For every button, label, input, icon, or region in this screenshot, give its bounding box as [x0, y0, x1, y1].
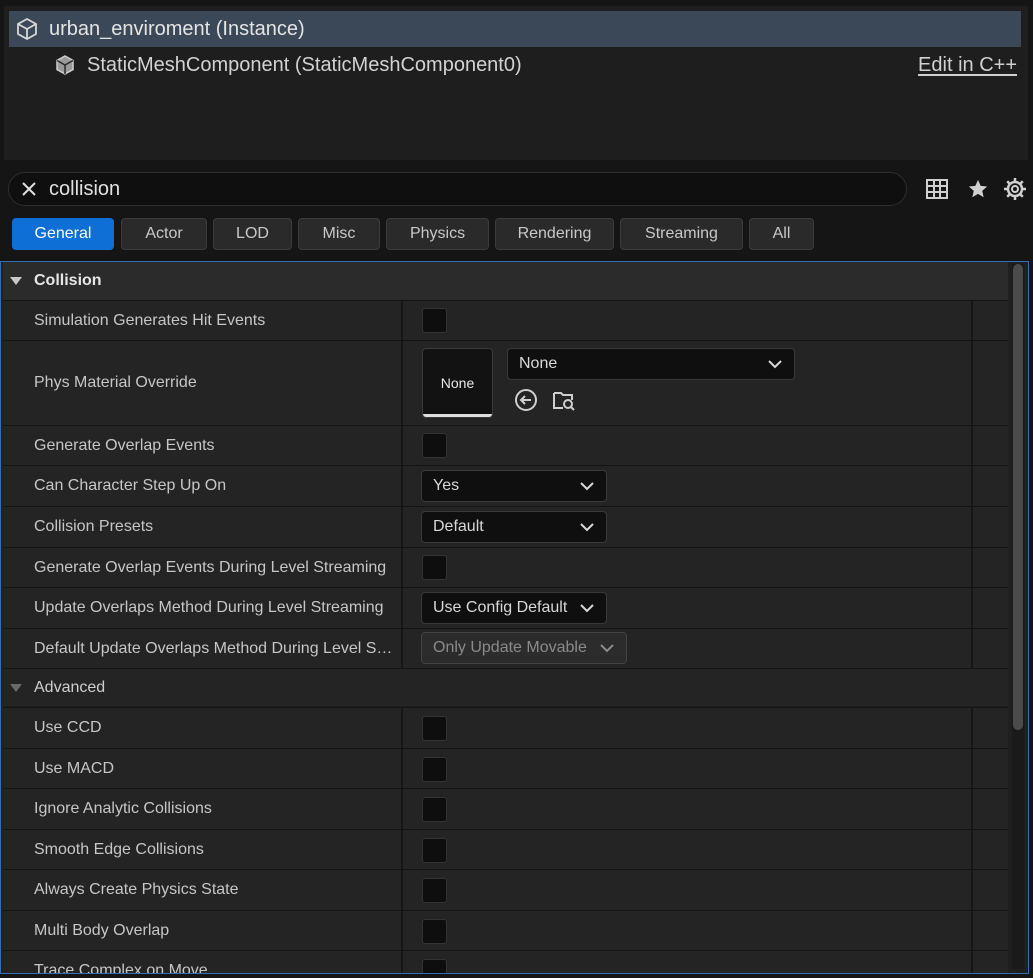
table-view-icon[interactable]	[925, 177, 949, 201]
tree-item-root-label: urban_enviroment (Instance)	[49, 17, 305, 40]
tab-physics[interactable]: Physics	[386, 218, 489, 250]
section-title: Advanced	[34, 678, 106, 696]
update-overlaps-dropdown[interactable]: Use Config Default	[421, 592, 607, 624]
tree-item-static-mesh[interactable]: StaticMeshComponent (StaticMeshComponent…	[9, 47, 1021, 83]
property-row: Collision Presets Default	[3, 506, 1008, 547]
property-label: Generate Overlap Events	[34, 437, 215, 454]
star-icon[interactable]	[966, 177, 990, 201]
property-label: Use MACD	[34, 760, 115, 777]
always-create-physics-checkbox[interactable]	[422, 878, 447, 903]
asset-thumbnail-label: None	[440, 375, 475, 391]
tab-lod[interactable]: LOD	[213, 218, 292, 250]
property-label: Can Character Step Up On	[34, 477, 227, 494]
section-title: Collision	[34, 272, 102, 289]
property-label: Default Update Overlaps Method During Le…	[34, 640, 396, 657]
property-label: Trace Complex on Move	[34, 962, 208, 974]
property-label: Simulation Generates Hit Events	[34, 312, 266, 329]
tab-rendering[interactable]: Rendering	[495, 218, 614, 250]
property-row: Generate Overlap Events	[3, 425, 1008, 465]
generate-overlap-checkbox[interactable]	[422, 433, 447, 458]
clear-search-icon[interactable]	[19, 179, 39, 199]
component-tree-panel: urban_enviroment (Instance) StaticMeshCo…	[4, 6, 1028, 160]
section-advanced[interactable]: Advanced	[3, 668, 1008, 706]
dropdown-value: Use Config Default	[433, 599, 568, 616]
property-row: Ignore Analytic Collisions	[3, 788, 1008, 829]
collision-presets-dropdown[interactable]: Default	[421, 511, 607, 543]
search-input[interactable]	[49, 177, 869, 201]
property-label: Generate Overlap Events During Level Str…	[34, 559, 387, 576]
property-label: Collision Presets	[34, 518, 154, 535]
property-label: Always Create Physics State	[34, 881, 239, 898]
chevron-down-icon	[768, 357, 782, 371]
details-panel: Collision Simulation Generates Hit Event…	[0, 261, 1029, 974]
property-label: Use CCD	[34, 719, 102, 736]
property-row: Smooth Edge Collisions	[3, 829, 1008, 869]
section-collision[interactable]: Collision	[3, 262, 1008, 300]
use-ccd-checkbox[interactable]	[422, 716, 447, 741]
overlap-streaming-checkbox[interactable]	[422, 555, 447, 580]
use-macd-checkbox[interactable]	[422, 757, 447, 782]
use-selected-asset-icon[interactable]	[513, 387, 539, 413]
tab-all[interactable]: All	[749, 218, 814, 250]
chevron-down-icon	[600, 641, 614, 655]
property-label: Ignore Analytic Collisions	[34, 800, 212, 817]
search-bar	[8, 172, 907, 206]
dropdown-value: Yes	[433, 477, 460, 494]
property-row: Always Create Physics State	[3, 869, 1008, 910]
chevron-down-icon	[580, 601, 594, 615]
property-label: Smooth Edge Collisions	[34, 841, 204, 858]
property-row: Trace Complex on Move	[3, 950, 1008, 974]
scrollbar[interactable]	[1012, 264, 1024, 969]
property-label: Phys Material Override	[34, 374, 197, 391]
tab-actor[interactable]: Actor	[121, 218, 207, 250]
dropdown-value: Default	[433, 518, 484, 535]
chevron-down-icon	[580, 520, 594, 534]
sim-hit-events-checkbox[interactable]	[422, 308, 447, 333]
chevron-down-icon	[580, 479, 594, 493]
cube-icon	[15, 17, 39, 41]
multi-body-overlap-checkbox[interactable]	[422, 919, 447, 944]
gear-icon[interactable]	[1003, 177, 1027, 201]
caret-down-icon	[9, 681, 23, 695]
phys-material-dropdown[interactable]: None	[507, 348, 795, 380]
property-row: Generate Overlap Events During Level Str…	[3, 547, 1008, 587]
property-row: Can Character Step Up On Yes	[3, 465, 1008, 506]
property-row: Use CCD	[3, 707, 1008, 748]
default-update-overlaps-dropdown: Only Update Movable	[421, 632, 627, 664]
caret-down-icon	[9, 274, 23, 288]
browse-asset-icon[interactable]	[551, 387, 577, 413]
dropdown-value: None	[519, 355, 558, 372]
asset-thumbnail[interactable]: None	[422, 348, 493, 418]
property-label: Update Overlaps Method During Level Stre…	[34, 599, 384, 616]
static-mesh-icon	[53, 53, 77, 77]
property-row: Simulation Generates Hit Events	[3, 300, 1008, 340]
property-row: Multi Body Overlap	[3, 910, 1008, 950]
dropdown-value: Only Update Movable	[433, 639, 587, 656]
property-row: Update Overlaps Method During Level Stre…	[3, 587, 1008, 628]
smooth-edge-checkbox[interactable]	[422, 838, 447, 863]
ignore-analytic-checkbox[interactable]	[422, 797, 447, 822]
property-label: Multi Body Overlap	[34, 922, 170, 939]
step-up-dropdown[interactable]: Yes	[421, 470, 607, 502]
property-row: Phys Material Override None None	[3, 340, 1008, 425]
tree-item-root[interactable]: urban_enviroment (Instance)	[9, 11, 1021, 47]
property-row: Default Update Overlaps Method During Le…	[3, 628, 1008, 668]
tab-general[interactable]: General	[12, 218, 114, 250]
trace-complex-checkbox[interactable]	[422, 959, 447, 973]
scrollbar-thumb[interactable]	[1013, 264, 1023, 730]
tab-streaming[interactable]: Streaming	[620, 218, 743, 250]
tree-item-static-mesh-label: StaticMeshComponent (StaticMeshComponent…	[87, 53, 522, 76]
edit-in-cpp-link[interactable]: Edit in C++	[918, 54, 1017, 77]
property-row: Use MACD	[3, 748, 1008, 788]
tab-misc[interactable]: Misc	[298, 218, 380, 250]
